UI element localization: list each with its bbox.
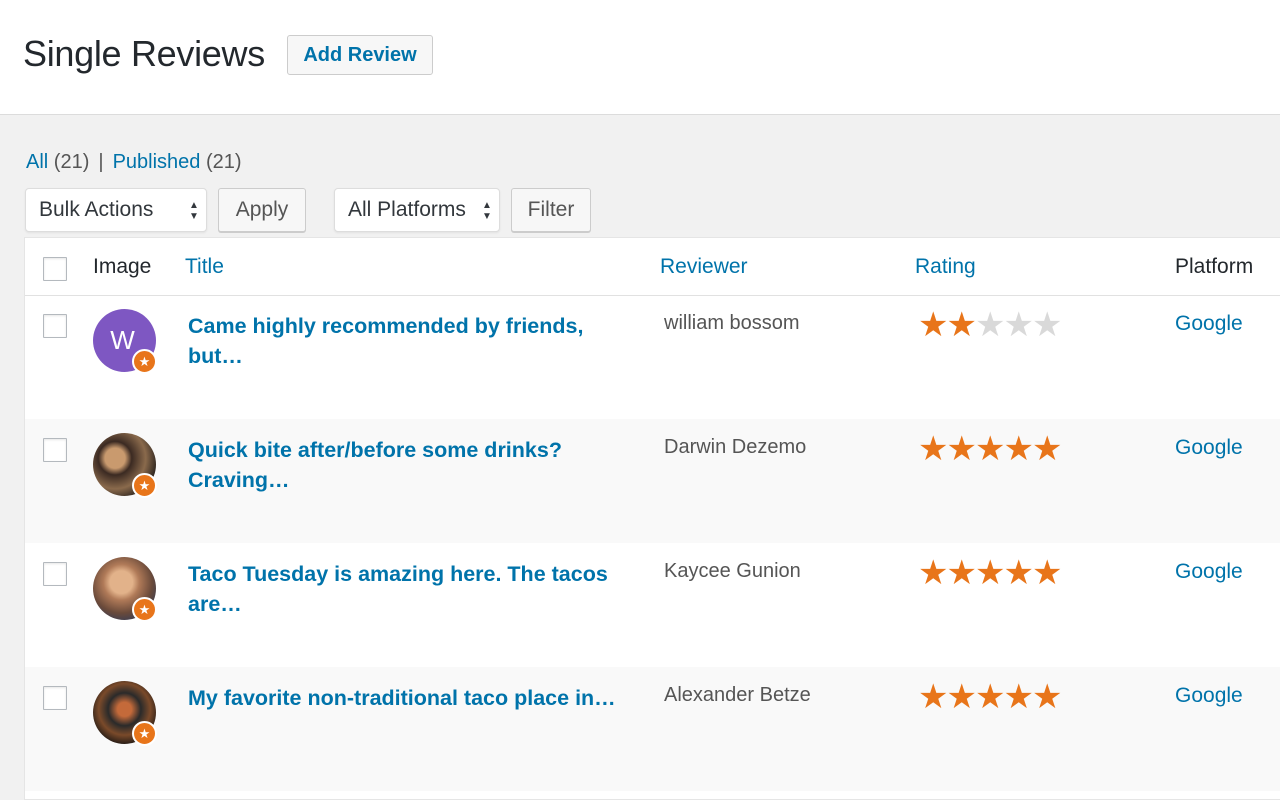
view-all-link[interactable]: All	[26, 151, 48, 173]
star-icon: ★	[918, 430, 949, 468]
view-published-link[interactable]: Published	[113, 151, 201, 173]
star-icon: ★	[975, 430, 1006, 468]
platform-link[interactable]: Google	[1175, 312, 1243, 336]
star-icon: ★	[975, 306, 1006, 344]
column-reviewer-sort[interactable]: Reviewer	[660, 255, 748, 279]
view-all-count: (21)	[53, 151, 90, 173]
review-badge-icon: ★	[132, 597, 157, 622]
star-icon: ★	[1003, 554, 1034, 592]
reviewer-name: Darwin Dezemo	[664, 436, 807, 458]
select-all-checkbox[interactable]	[43, 257, 67, 281]
filter-button[interactable]: Filter	[511, 188, 591, 232]
bulk-actions-value: Bulk Actions	[39, 198, 154, 221]
review-title-link[interactable]: Quick bite after/before some drinks? Cra…	[188, 435, 638, 495]
select-arrows-icon: ▲ ▼	[189, 200, 199, 222]
column-platform: Platform	[1175, 255, 1254, 278]
star-icon: ★	[1032, 306, 1063, 344]
star-icon: ★	[1003, 306, 1034, 344]
review-badge-icon: ★	[132, 473, 157, 498]
star-icon: ★	[918, 554, 949, 592]
platform-filter-select[interactable]: All Platforms ▲ ▼	[334, 188, 500, 232]
star-icon: ★	[918, 678, 949, 716]
star-rating: ★ ★ ★ ★ ★	[918, 554, 1063, 592]
row-checkbox[interactable]	[43, 686, 67, 710]
page-header: Single Reviews Add Review	[0, 0, 1280, 115]
reviewer-name: Alexander Betze	[664, 684, 811, 706]
star-icon: ★	[946, 678, 977, 716]
apply-button[interactable]: Apply	[218, 188, 306, 232]
review-title-link[interactable]: Came highly recommended by friends, but…	[188, 311, 638, 371]
star-icon: ★	[975, 554, 1006, 592]
bulk-actions-select[interactable]: Bulk Actions ▲ ▼	[25, 188, 207, 232]
table-row: ★ Quick bite after/before some drinks? Cr…	[25, 419, 1280, 543]
row-checkbox[interactable]	[43, 562, 67, 586]
page-title: Single Reviews	[23, 33, 265, 74]
table-header: Image Title Reviewer Rating Platform	[25, 238, 1280, 296]
star-rating: ★ ★ ★ ★ ★	[918, 306, 1063, 344]
row-checkbox[interactable]	[43, 438, 67, 462]
column-rating-sort[interactable]: Rating	[915, 255, 976, 279]
star-icon: ★	[1003, 430, 1034, 468]
star-icon: ★	[946, 554, 977, 592]
reviews-table: Image Title Reviewer Rating Platform W ★ C…	[24, 237, 1280, 800]
star-rating: ★ ★ ★ ★ ★	[918, 430, 1063, 468]
column-image: Image	[93, 255, 152, 278]
platform-link[interactable]: Google	[1175, 560, 1243, 584]
star-icon: ★	[1003, 678, 1034, 716]
star-icon: ★	[1032, 430, 1063, 468]
review-title-link[interactable]: Taco Tuesday is amazing here. The tacos …	[188, 559, 638, 619]
view-separator: |	[98, 151, 104, 173]
star-rating: ★ ★ ★ ★ ★	[918, 678, 1063, 716]
add-review-button[interactable]: Add Review	[287, 35, 433, 75]
table-row: ★ My favorite non-traditional taco place …	[25, 667, 1280, 791]
view-published-count: (21)	[205, 151, 242, 173]
platform-filter-value: All Platforms	[348, 198, 466, 221]
table-row: W ★ Came highly recommended by friends, bu…	[25, 295, 1280, 419]
star-icon: ★	[1032, 554, 1063, 592]
view-filters: All (21) | Published (21)	[26, 151, 242, 174]
table-row: ★ Taco Tuesday is amazing here. The tacos…	[25, 543, 1280, 667]
platform-link[interactable]: Google	[1175, 684, 1243, 708]
star-icon: ★	[946, 430, 977, 468]
review-badge-icon: ★	[132, 721, 157, 746]
star-icon: ★	[918, 306, 949, 344]
star-icon: ★	[946, 306, 977, 344]
review-badge-icon: ★	[132, 349, 157, 374]
row-checkbox[interactable]	[43, 314, 67, 338]
column-title-sort[interactable]: Title	[185, 255, 224, 279]
reviewer-name: Kaycee Gunion	[664, 560, 801, 582]
platform-link[interactable]: Google	[1175, 436, 1243, 460]
star-icon: ★	[975, 678, 1006, 716]
select-arrows-icon: ▲ ▼	[482, 200, 492, 222]
reviewer-name: william bossom	[664, 312, 800, 334]
star-icon: ★	[1032, 678, 1063, 716]
review-title-link[interactable]: My favorite non-traditional taco place i…	[188, 683, 638, 713]
